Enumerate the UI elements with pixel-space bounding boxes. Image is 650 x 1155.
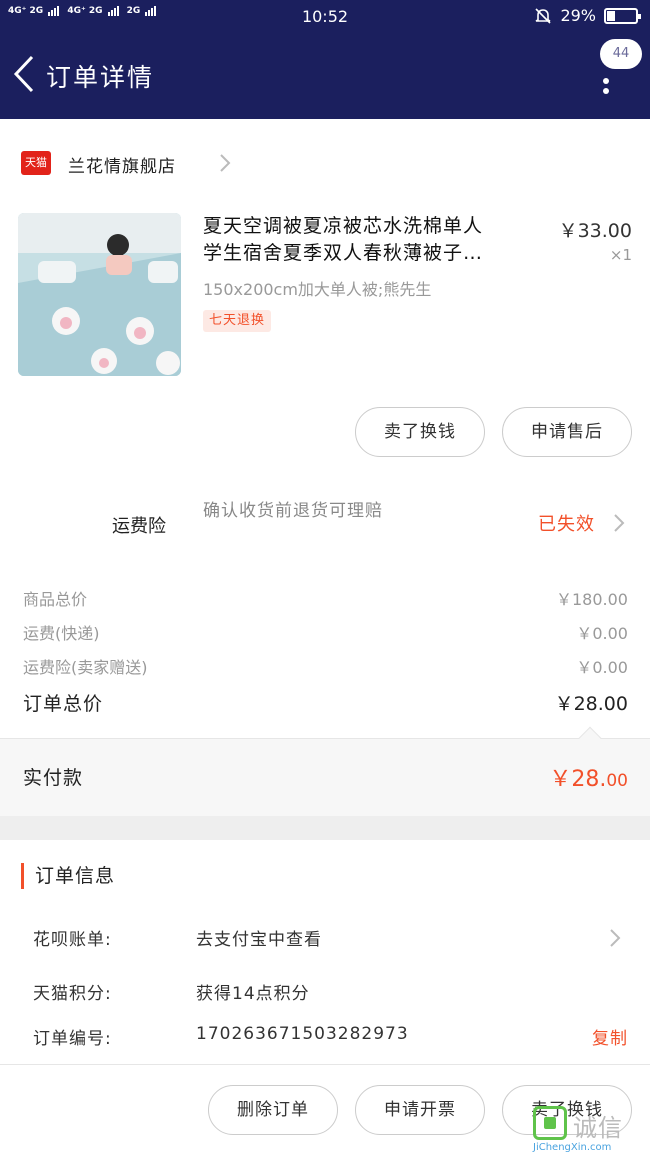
order-number-row: 订单编号: 170263671503282973 复制 [0,1024,650,1054]
copy-button[interactable]: 复制 [592,1024,628,1049]
section-divider [0,816,650,840]
product-price: ￥33.00 [558,220,632,242]
caret-up-icon [578,726,602,750]
insurance-desc: 确认收货前退货可理赔 [203,501,383,521]
insurance-status: 已失效 [538,514,595,535]
tmall-logo-icon: 天猫 [21,151,51,175]
insurance-fee-row: 运费险(卖家赠送) ￥0.00 [0,654,650,682]
battery-icon [604,7,641,24]
after-sale-button[interactable]: 申请售后 [502,407,632,457]
watermark-text: 诚信 [573,1114,623,1142]
sell-item-button[interactable]: 卖了换钱 [355,407,485,457]
actual-paid-main: ￥28. [549,767,607,792]
page-title: 订单详情 [46,63,155,92]
chevron-left-icon[interactable] [12,54,36,94]
actual-paid-row: 实付款 ￥28.00 [0,726,650,816]
order-total-row: 订单总价 ￥28.00 [0,689,650,717]
huabei-label: 花呗账单: [33,930,112,950]
message-badge[interactable]: 44 [600,39,642,69]
insurance-label: 运费险 [112,516,166,537]
goods-total-label: 商品总价 [23,590,88,609]
order-number-label: 订单编号: [33,1029,112,1049]
huabei-value: 去支付宝中查看 [196,930,322,950]
points-value: 获得14点积分 [196,984,310,1004]
watermark-url: JiChengXin.com [533,1142,612,1153]
status-right: 29% [534,6,641,25]
delete-order-button[interactable]: 删除订单 [208,1085,338,1135]
insurance-fee-value: ￥0.00 [576,658,628,677]
actual-paid-cents: 00 [606,771,628,791]
product-image[interactable] [18,213,181,376]
shop-name[interactable]: 兰花情旗舰店 [68,152,176,177]
order-info-title: 订单信息 [21,863,115,889]
request-invoice-button[interactable]: 申请开票 [355,1085,485,1135]
product-title-line2: 学生宿舍夏季双人春秋薄被子… [203,242,484,264]
shop-header[interactable]: 天猫 兰花情旗舰店 [0,140,650,184]
actual-paid-label: 实付款 [23,767,84,789]
goods-total-row: 商品总价 ￥180.00 [0,586,650,614]
goods-total-value: ￥180.00 [556,590,628,609]
order-number-value: 170263671503282973 [196,1024,409,1044]
return-policy-badge: 七天退换 [203,310,272,332]
shipping-insurance-row[interactable]: 运费险 确认收货前退货可理赔 已失效 [0,490,650,560]
watermark-logo-icon [533,1106,567,1140]
shipping-fee-value: ￥0.00 [576,624,628,643]
order-total-value: ￥28.00 [554,693,628,715]
insurance-fee-label: 运费险(卖家赠送) [23,658,148,677]
chevron-right-icon [220,154,231,172]
more-vertical-icon[interactable] [602,74,610,98]
order-total-label: 订单总价 [23,693,104,715]
product-title[interactable]: 夏天空调被夏凉被芯水洗棉单人 学生宿舍夏季双人春秋薄被子… [203,213,538,267]
shipping-fee-label: 运费(快递) [23,624,100,643]
nav-bar: 订单详情 44 [0,34,650,119]
chevron-right-icon [614,514,625,532]
chevron-right-icon [610,929,621,947]
huabei-row[interactable]: 花呗账单: 去支付宝中查看 [0,925,650,955]
bell-mute-icon [535,7,552,24]
watermark: 诚信 JiChengXin.com [533,1102,650,1155]
product-quantity: ×1 [609,246,632,264]
points-label: 天猫积分: [33,984,112,1004]
points-row: 天猫积分: 获得14点积分 [0,979,650,1009]
status-bar: 4G⁺ 2G 4G⁺ 2G 2G 10:52 29% [0,0,650,34]
product-title-line1: 夏天空调被夏凉被芯水洗棉单人 [203,215,484,237]
shipping-fee-row: 运费(快递) ￥0.00 [0,620,650,648]
actual-paid-value: ￥28.00 [549,761,628,793]
battery-percent: 29% [560,6,596,25]
product-sku: 150x200cm加大单人被;熊先生 [203,280,432,299]
